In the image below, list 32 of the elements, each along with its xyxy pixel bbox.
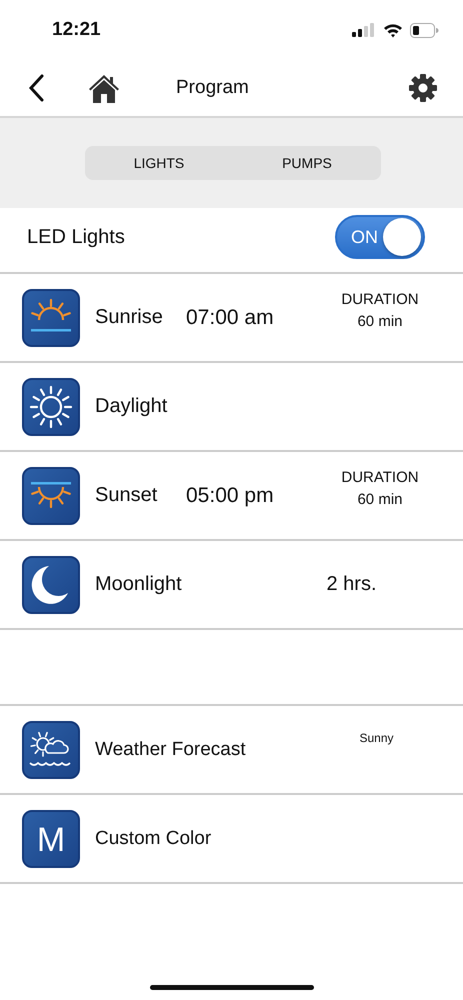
program-name: Daylight <box>95 395 168 418</box>
sunrise-icon[interactable] <box>22 288 80 346</box>
home-icon[interactable] <box>88 73 120 103</box>
screen-title: Program <box>176 77 250 99</box>
battery-icon <box>410 22 439 38</box>
wifi-icon <box>383 22 403 38</box>
program-name: Custom Color <box>95 828 212 850</box>
signal-icon <box>352 23 376 37</box>
settings-icon[interactable] <box>408 73 438 103</box>
duration-value: 60 min <box>357 313 402 330</box>
duration-value: 60 min <box>357 491 402 508</box>
status-time: 12:21 <box>52 19 101 41</box>
program-name: Weather Forecast <box>95 738 246 760</box>
sun-icon[interactable] <box>22 378 80 436</box>
start-time: 07:00 am <box>186 306 274 330</box>
duration-label: DURATION <box>341 469 419 486</box>
program-name: Sunrise <box>95 306 164 329</box>
tab[interactable]: PUMPS <box>233 146 381 180</box>
forecast-text: Sunny <box>359 731 394 745</box>
row-label: LED Lights <box>27 226 125 248</box>
duration-value: 2 hrs. <box>326 573 377 596</box>
tab[interactable]: LIGHTS <box>85 146 233 180</box>
letter-icon[interactable]: M <box>22 810 80 868</box>
program-name: Sunset <box>95 484 158 507</box>
start-time: 05:00 pm <box>186 484 274 508</box>
duration-label: DURATION <box>341 291 419 308</box>
program-name: Moonlight <box>95 573 183 596</box>
moon-icon[interactable] <box>22 556 80 614</box>
sunset-icon[interactable] <box>22 466 80 524</box>
back-icon[interactable] <box>28 74 44 102</box>
toggle-switch[interactable]: ON <box>335 215 425 259</box>
weather-icon[interactable] <box>22 720 80 778</box>
